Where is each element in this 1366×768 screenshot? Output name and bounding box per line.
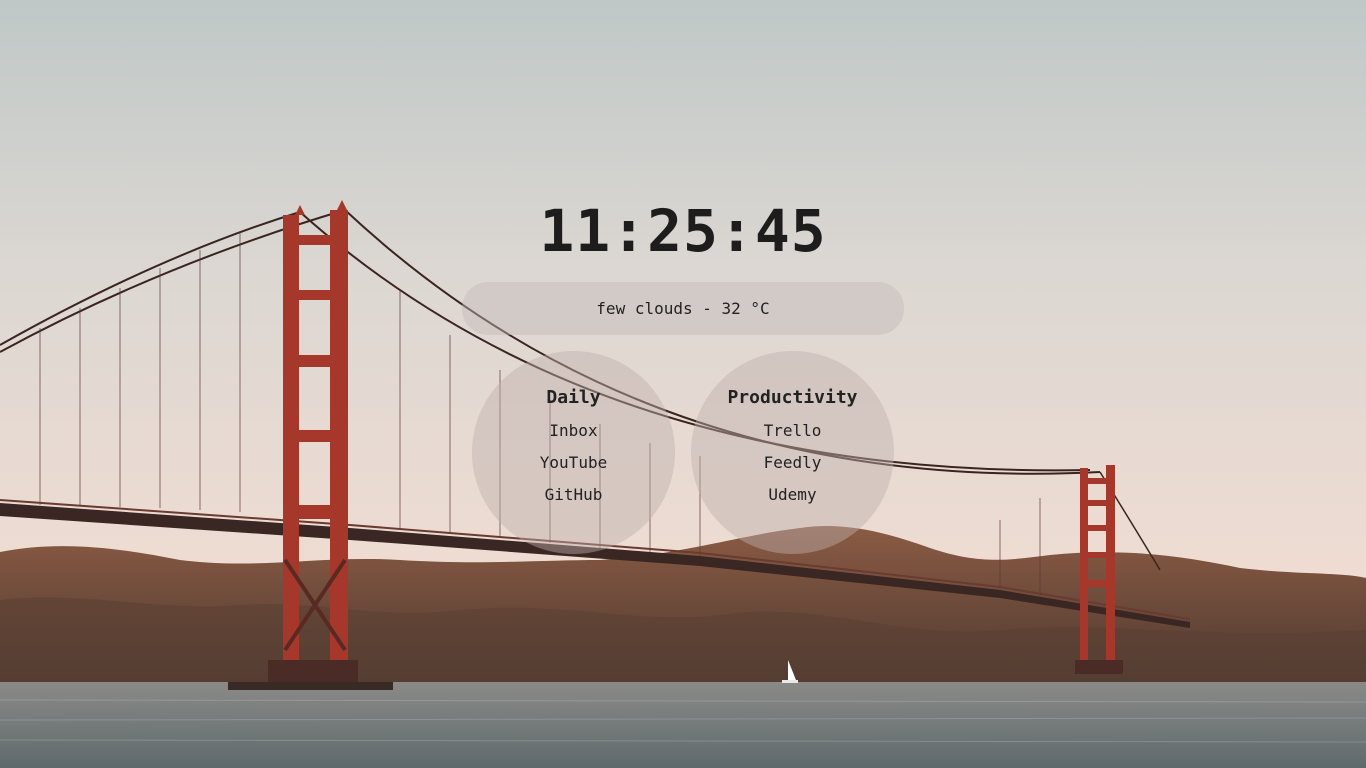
clock-display: 11:25:45 (539, 197, 827, 265)
link-youtube[interactable]: YouTube (472, 447, 675, 479)
group-title-productivity: Productivity (727, 387, 858, 408)
link-feedly[interactable]: Feedly (691, 447, 894, 479)
link-udemy[interactable]: Udemy (691, 479, 894, 511)
link-github[interactable]: GitHub (472, 479, 675, 511)
link-group-daily: Daily Inbox YouTube GitHub (472, 351, 675, 554)
background-photo (0, 0, 1366, 768)
link-trello[interactable]: Trello (691, 415, 894, 447)
group-title-daily: Daily (546, 387, 601, 408)
link-group-productivity: Productivity Trello Feedly Udemy (691, 351, 894, 554)
weather-text: few clouds - 32 °C (596, 299, 770, 318)
weather-bar: few clouds - 32 °C (462, 282, 904, 335)
link-inbox[interactable]: Inbox (472, 415, 675, 447)
